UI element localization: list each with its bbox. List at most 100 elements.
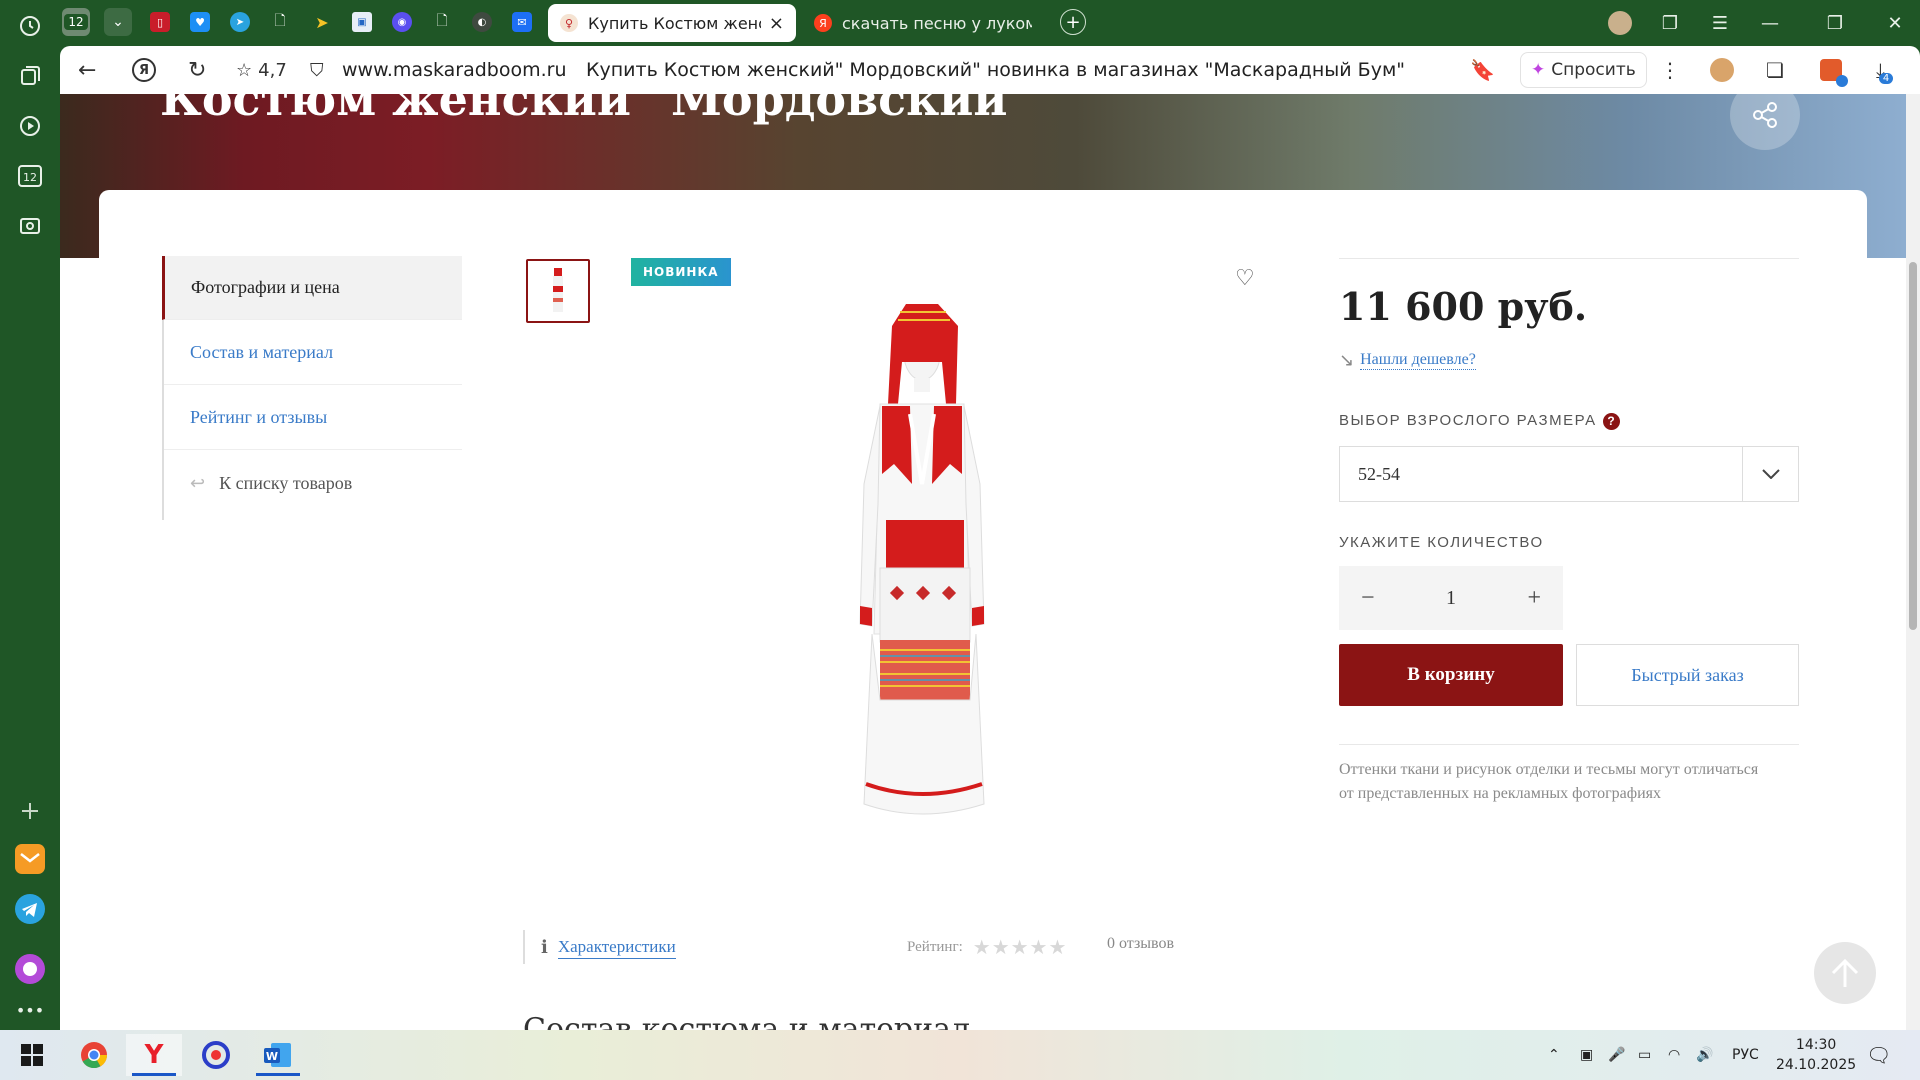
- address-bar: ← Я ↻ ☆ 4,7 ⛉ www.maskaradboom.ru Купить…: [60, 46, 1920, 94]
- microphone-icon[interactable]: 🎤: [1608, 1030, 1625, 1080]
- video-icon[interactable]: [14, 110, 46, 142]
- new-tab-button[interactable]: +: [1060, 9, 1086, 35]
- site-rating[interactable]: ☆ 4,7: [236, 46, 287, 94]
- scrollbar-thumb[interactable]: [1909, 262, 1917, 630]
- language-indicator[interactable]: РУС: [1732, 1030, 1759, 1080]
- pinned-tab-navigator-icon[interactable]: ➤: [312, 12, 332, 32]
- found-cheaper-link[interactable]: ↘ Нашли дешевле?: [1339, 350, 1476, 371]
- meet-icon[interactable]: ▣: [1580, 1030, 1593, 1080]
- notifications-icon[interactable]: 🗨: [1866, 1030, 1891, 1080]
- word-app-icon[interactable]: W: [250, 1034, 306, 1076]
- telegram-app-icon[interactable]: [14, 893, 46, 925]
- page-title-text[interactable]: Купить Костюм женский" Мордовский" новин…: [586, 46, 1405, 94]
- pinned-tab-dark-icon[interactable]: ◐: [472, 12, 492, 32]
- bookmark-icon[interactable]: 🔖: [1470, 46, 1495, 94]
- minimize-button[interactable]: —: [1750, 6, 1790, 40]
- tray-chevron-up-icon[interactable]: ⌃: [1548, 1030, 1560, 1080]
- windows-start-icon[interactable]: [4, 1034, 60, 1076]
- page-scrollbar[interactable]: [1906, 94, 1920, 1030]
- trend-down-icon: ↘: [1339, 350, 1355, 370]
- chrome-app-icon[interactable]: [66, 1034, 122, 1076]
- product-price: 11 600 руб.: [1339, 284, 1588, 329]
- url-text[interactable]: www.maskaradboom.ru: [342, 46, 567, 94]
- screenshot-icon[interactable]: [14, 210, 46, 242]
- size-label: ВЫБОР ВЗРОСЛОГО РАЗМЕРА?: [1339, 412, 1620, 430]
- back-arrow-icon[interactable]: ←: [78, 46, 96, 94]
- pinned-tab-document-icon[interactable]: 🗋: [270, 12, 290, 32]
- collections-icon[interactable]: [14, 60, 46, 92]
- yandex-button[interactable]: Я: [132, 46, 156, 94]
- tab-inactive[interactable]: Я скачать песню у лукомор: [802, 4, 1052, 42]
- pinned-tab-red-icon[interactable]: ▯: [150, 12, 170, 32]
- product-thumbnail[interactable]: [526, 259, 590, 323]
- pinned-tab-blue-icon[interactable]: ♥: [190, 12, 210, 32]
- product-image[interactable]: [760, 284, 1060, 844]
- c-app-icon[interactable]: [188, 1034, 244, 1076]
- rating-block: Рейтинг: ★★★★★: [907, 935, 1068, 960]
- add-to-cart-button[interactable]: В корзину: [1339, 644, 1563, 706]
- taskbar: Y W ⌃ ▣ 🎤 ▭ ◠ 🔊 РУС 14:30 24.10.2025 🗨: [0, 1030, 1920, 1080]
- info-icon: ℹ: [541, 936, 548, 957]
- ask-button[interactable]: ✦ Спросить: [1520, 52, 1647, 88]
- restore-button[interactable]: ❐: [1815, 6, 1855, 40]
- characteristics-link[interactable]: ℹ Характеристики: [523, 930, 676, 964]
- browser-side-panel: 12 •••: [0, 0, 60, 1030]
- downloads-button[interactable]: ⤓ 4: [1876, 46, 1899, 94]
- quick-order-button[interactable]: Быстрый заказ: [1576, 644, 1799, 706]
- share-icon[interactable]: [1730, 94, 1800, 150]
- extension-icon[interactable]: [1710, 46, 1734, 94]
- volume-icon[interactable]: 🔊: [1696, 1030, 1713, 1080]
- tab-active[interactable]: ♀ Купить Костюм женский ×: [548, 4, 796, 42]
- history-icon[interactable]: [14, 10, 46, 42]
- star-icon: ☆: [236, 59, 253, 81]
- menu-icon[interactable]: ☰: [1700, 6, 1740, 40]
- more-apps-icon[interactable]: •••: [14, 994, 46, 1026]
- yandex-browser-app-icon[interactable]: Y: [126, 1034, 182, 1076]
- tabs-dropdown-icon[interactable]: ⌄: [104, 8, 132, 36]
- quantity-value[interactable]: 1: [1446, 587, 1456, 610]
- sidenav-item-back-to-list[interactable]: ↩ К списку товаров: [164, 451, 462, 515]
- decrement-button[interactable]: −: [1361, 585, 1375, 612]
- ai-sparkle-icon: ✦: [1531, 60, 1546, 80]
- profile-avatar[interactable]: [1600, 6, 1640, 40]
- help-icon[interactable]: ?: [1602, 413, 1620, 430]
- tab-counter-button[interactable]: 12: [62, 8, 90, 36]
- collections-button-icon[interactable]: ❐: [1650, 6, 1690, 40]
- section-title: Состав костюма и материал: [523, 1012, 971, 1030]
- clock[interactable]: 14:30 24.10.2025: [1776, 1030, 1856, 1080]
- scroll-to-top-button[interactable]: [1814, 942, 1876, 1004]
- color-disclaimer: Оттенки ткани и рисунок отделки и тесьмы…: [1339, 761, 1759, 802]
- reload-icon[interactable]: ↻: [188, 46, 206, 94]
- tab-bar: 12 ⌄ ▯ ♥ ➤ 🗋 ➤ ▣ ◉ 🗋 ◐ ✉ ♀ Купить Костюм…: [60, 0, 1920, 46]
- chevron-down-icon: [1742, 447, 1798, 501]
- alice-app-icon[interactable]: [14, 953, 46, 985]
- pinned-tab-telegram-icon[interactable]: ➤: [230, 12, 250, 32]
- sidenav-item-composition[interactable]: Состав и материал: [164, 321, 462, 385]
- shield-icon[interactable]: ⛉: [310, 46, 324, 94]
- tabs-counter-icon[interactable]: 12: [14, 160, 46, 192]
- size-select[interactable]: 52-54: [1339, 446, 1799, 502]
- reviews-count[interactable]: 0 отзывов: [1107, 935, 1174, 953]
- svg-text:12: 12: [23, 171, 37, 184]
- more-vertical-icon[interactable]: ⋮: [1660, 46, 1680, 94]
- increment-button[interactable]: +: [1527, 585, 1541, 612]
- close-window-button[interactable]: ✕: [1875, 6, 1915, 40]
- close-tab-icon[interactable]: ×: [769, 13, 784, 34]
- quantity-stepper: − 1 +: [1339, 566, 1563, 630]
- product-sidenav: Фотографии и цена Состав и материал Рейт…: [162, 256, 462, 520]
- wifi-icon[interactable]: ◠: [1668, 1030, 1680, 1080]
- quantity-label: УКАЖИТЕ КОЛИЧЕСТВО: [1339, 534, 1544, 551]
- battery-icon[interactable]: ▭: [1638, 1030, 1651, 1080]
- pinned-tab-circle-icon[interactable]: ◉: [392, 12, 412, 32]
- extension-badge-icon[interactable]: [1820, 46, 1848, 94]
- sidenav-item-photos-price[interactable]: Фотографии и цена: [162, 256, 462, 320]
- pinned-tab-image-icon[interactable]: ▣: [352, 12, 372, 32]
- sidenav-item-reviews[interactable]: Рейтинг и отзывы: [164, 386, 462, 450]
- rating-stars[interactable]: ★★★★★: [973, 935, 1068, 960]
- reader-icon[interactable]: ❏: [1766, 46, 1784, 94]
- mail-app-icon[interactable]: [14, 843, 46, 875]
- add-panel-icon[interactable]: [14, 795, 46, 827]
- pinned-tab-mail-icon[interactable]: ✉: [512, 12, 532, 32]
- favorite-heart-icon[interactable]: ♡: [1235, 266, 1255, 291]
- pinned-tab-page-icon[interactable]: 🗋: [432, 12, 452, 32]
